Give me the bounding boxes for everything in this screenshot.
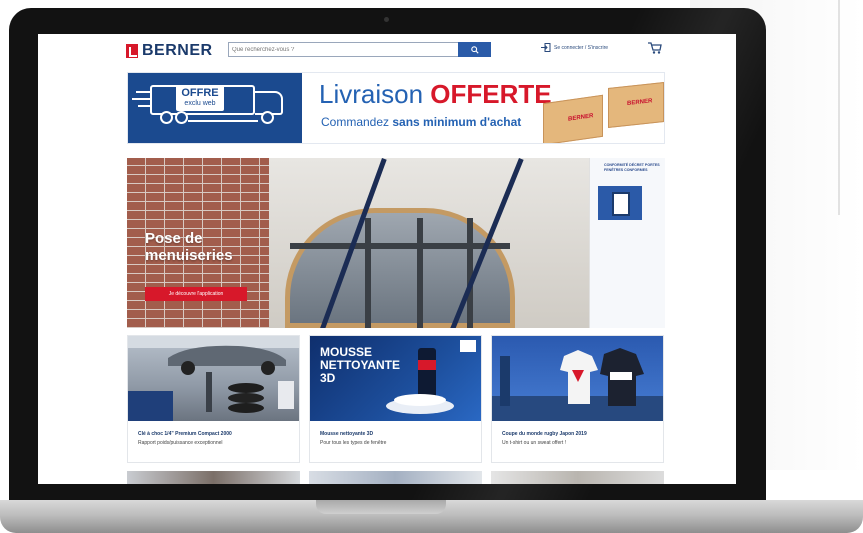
product-title: Mousse nettoyante 3D bbox=[320, 431, 374, 437]
speed-line bbox=[132, 98, 152, 100]
preview-image bbox=[309, 471, 482, 484]
promo-banner[interactable]: OFFRE exclu web Livraison OFFERTE Comman… bbox=[127, 72, 665, 144]
search-icon bbox=[470, 45, 479, 54]
next-row-preview bbox=[127, 471, 665, 484]
truck-wheel bbox=[160, 111, 173, 124]
preview-image bbox=[491, 471, 664, 484]
window-mullion bbox=[417, 218, 423, 328]
offer-badge-line2: exclu web bbox=[184, 100, 216, 107]
offer-badge: OFFRE exclu web bbox=[176, 85, 224, 111]
truck-wheel bbox=[261, 111, 274, 124]
brand-name: BERNER bbox=[142, 42, 213, 59]
product-image-foam: MOUSSE NETTOYANTE 3D bbox=[310, 336, 481, 421]
search-input[interactable] bbox=[229, 43, 477, 56]
product-title: Clé à choc 1/4" Premium Compact 2000 bbox=[138, 431, 232, 437]
truck-wheel bbox=[175, 111, 188, 124]
product-image-rugby bbox=[492, 336, 663, 421]
hero-side-card[interactable]: CONFORMITÉ DÉCRET PORTES FENÊTRES CONFOR… bbox=[589, 158, 665, 328]
garage-illustration bbox=[128, 336, 299, 421]
hero-title-line1: Pose de bbox=[145, 230, 203, 247]
box-logo: BERNER bbox=[627, 98, 653, 107]
promo-title: Livraison OFFERTE bbox=[319, 79, 552, 110]
product-subtitle: Rapport poids/puissance exceptionnel bbox=[138, 440, 223, 446]
product-cards: Clé à choc 1/4" Premium Compact 2000 Rap… bbox=[127, 335, 665, 463]
preview-image bbox=[127, 471, 300, 484]
laptop-notch bbox=[316, 500, 446, 514]
berner-logo-icon bbox=[126, 44, 138, 58]
side-card-text: CONFORMITÉ DÉCRET PORTES FENÊTRES CONFOR… bbox=[604, 163, 660, 172]
login-link[interactable]: Se connecter / S'inscrire bbox=[541, 43, 608, 52]
rugby-illustration bbox=[492, 348, 663, 421]
promo-subtitle-part1: Commandez bbox=[321, 115, 393, 129]
berner-logo[interactable]: BERNER bbox=[126, 42, 213, 60]
document-icon bbox=[598, 186, 642, 220]
cardboard-box: BERNER bbox=[608, 82, 664, 128]
truck-illustration: OFFRE exclu web bbox=[128, 73, 302, 143]
cart-icon[interactable] bbox=[648, 42, 662, 54]
login-icon bbox=[541, 43, 551, 52]
search-button[interactable] bbox=[458, 42, 491, 57]
product-subtitle: Pour tous les types de fenêtre bbox=[320, 440, 387, 446]
window-transom bbox=[290, 243, 510, 249]
window-mullion bbox=[365, 218, 371, 328]
hero-title-line2: menuiseries bbox=[145, 247, 233, 264]
offer-badge-line1: OFFRE bbox=[181, 87, 219, 99]
promo-title-highlight: OFFERTE bbox=[430, 79, 552, 109]
box-logo: BERNER bbox=[568, 113, 594, 123]
background-divider bbox=[838, 0, 840, 215]
product-subtitle: Un t-shirt ou un sweat offert ! bbox=[502, 440, 567, 446]
promo-subtitle: Commandez sans minimum d'achat bbox=[321, 115, 521, 129]
hero-banner[interactable]: Pose de menuiseries Je découvre l'applic… bbox=[127, 158, 665, 328]
promo-title-part1: Livraison bbox=[319, 79, 431, 109]
cardboard-box: BERNER bbox=[543, 94, 603, 143]
promo-subtitle-highlight: sans minimum d'achat bbox=[392, 115, 522, 129]
hero-title: Pose de menuiseries bbox=[145, 230, 233, 264]
foam-can-illustration bbox=[386, 340, 476, 414]
search-bar bbox=[228, 42, 491, 57]
hero-cta-button[interactable]: Je découvre l'application bbox=[145, 287, 247, 301]
product-card[interactable]: Clé à choc 1/4" Premium Compact 2000 Rap… bbox=[127, 335, 300, 463]
login-label: Se connecter / S'inscrire bbox=[554, 44, 609, 51]
product-card[interactable]: Coupe du monde rugby Japon 2019 Un t-shi… bbox=[491, 335, 664, 463]
truck-road-line bbox=[188, 120, 258, 122]
product-image-garage bbox=[128, 336, 299, 421]
product-title: Coupe du monde rugby Japon 2019 bbox=[502, 431, 587, 437]
laptop-screen: BERNER Se connecter / S'inscrire OFFRE e… bbox=[38, 34, 736, 484]
webcam bbox=[384, 17, 389, 22]
product-card[interactable]: MOUSSE NETTOYANTE 3D Mousse nettoyante 3… bbox=[309, 335, 482, 463]
